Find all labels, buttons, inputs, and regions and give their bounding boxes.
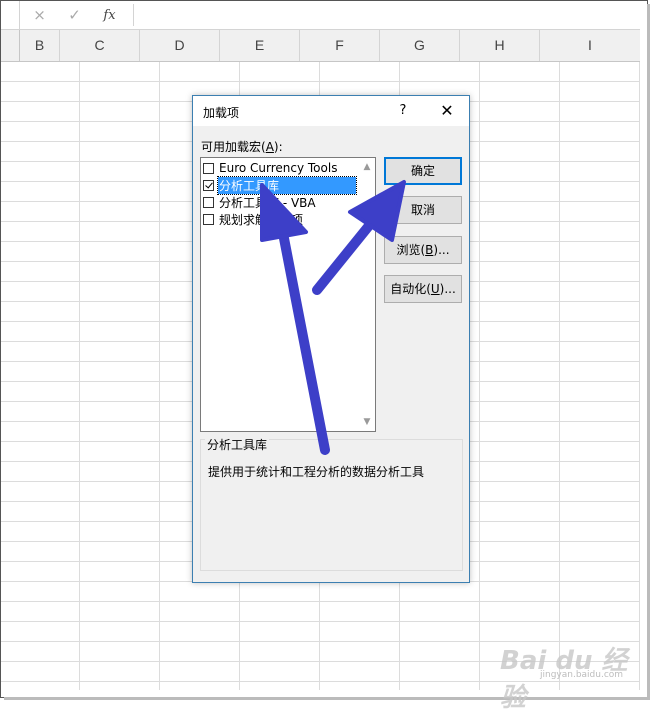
addin-label: 分析工具库 - VBA [219,195,316,210]
addin-checkbox-checked[interactable] [203,179,214,191]
name-box-edge [1,1,20,29]
watermark-url: jingyan.baidu.com [540,670,624,680]
addin-checkbox[interactable] [203,162,214,174]
addin-label: 分析工具库 [217,175,357,195]
scroll-up-icon[interactable]: ▲ [359,159,375,175]
column-header-g[interactable]: G [380,30,460,61]
select-all-corner[interactable] [1,30,20,61]
column-header-d[interactable]: D [140,30,220,61]
column-header-c[interactable]: C [60,30,140,61]
dialog-title: 加载项 [203,106,240,120]
description-text: 提供用于统计和工程分析的数据分析工具 [208,465,425,479]
browse-button[interactable]: 浏览(B)... [384,236,462,264]
close-button[interactable]: ✕ [436,100,458,122]
cancel-button[interactable]: 取消 [384,196,462,224]
formula-bar: × ✓ fx [1,1,640,30]
help-button[interactable]: ? [393,100,413,122]
ok-button[interactable]: 确定 [384,157,462,185]
dialog-titlebar[interactable]: 加载项 ? ✕ [193,96,469,126]
available-addins-label: 可用加载宏(A): [201,140,283,154]
addin-item-analysis-toolpak-vba[interactable]: 分析工具库 - VBA [203,194,358,210]
column-header-h[interactable]: H [460,30,540,61]
addin-checkbox[interactable] [203,213,214,225]
column-header-i[interactable]: I [540,30,640,61]
addin-label: Euro Currency Tools [219,161,338,175]
column-header-f[interactable]: F [300,30,380,61]
addin-label: 规划求解加载项 [219,212,304,227]
addins-listbox[interactable]: Euro Currency Tools 分析工具库 分析工具库 - VBA 规划… [200,157,376,432]
cancel-entry-icon[interactable]: × [22,6,57,24]
confirm-entry-icon[interactable]: ✓ [57,6,92,24]
column-headers: B C D E F G H I [1,30,640,62]
formula-input[interactable] [133,4,640,26]
description-title: 分析工具库 [205,436,270,453]
column-header-b[interactable]: B [20,30,60,61]
formula-bar-buttons: × ✓ fx [22,4,132,26]
addin-item-solver[interactable]: 规划求解加载项 [203,211,358,227]
baidu-jingyan-watermark: Bai du 经验 jingyan.baidu.com [500,640,650,714]
column-header-e[interactable]: E [220,30,300,61]
addin-item-analysis-toolpak[interactable]: 分析工具库 [203,175,358,195]
addins-dialog: 加载项 ? ✕ 可用加载宏(A): Euro Currency Tools 分析… [192,95,470,583]
automation-button[interactable]: 自动化(U)... [384,275,462,303]
addin-checkbox[interactable] [203,196,214,208]
scroll-down-icon[interactable]: ▼ [359,414,375,430]
insert-function-icon[interactable]: fx [92,8,127,23]
addin-item-euro-currency-tools[interactable]: Euro Currency Tools [203,160,358,176]
description-groupbox [200,439,463,571]
listbox-scrollbar[interactable]: ▲ ▼ [359,158,375,431]
